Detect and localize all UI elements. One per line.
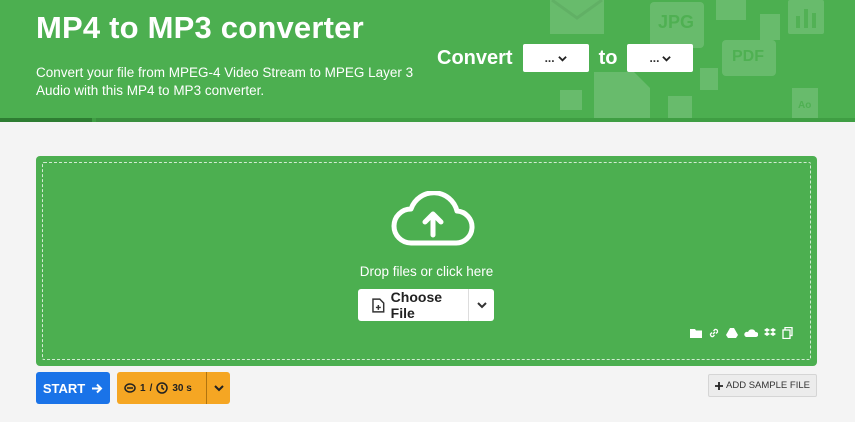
time-limit-value: 30 s [172,382,192,394]
file-add-icon [372,297,385,313]
chevron-down-icon [557,55,567,62]
file-dropzone[interactable]: Drop files or click here Choose File [36,156,817,366]
document-file-icon [700,68,718,90]
clipboard-icon[interactable] [782,327,794,339]
coin-icon [124,383,136,393]
add-sample-label: ADD SAMPLE FILE [726,380,810,391]
page-description: Convert your file from MPEG-4 Video Stre… [36,65,414,98]
onedrive-icon[interactable] [744,327,758,339]
dropzone-border: Drop files or click here Choose File [42,162,811,360]
cloud-upload-icon [391,191,475,246]
file-limit-value: 1 [140,382,146,394]
folder-icon[interactable] [690,327,702,339]
from-format-value: ... [544,51,555,65]
mail-icon [550,0,604,34]
limit-separator: / [149,382,153,394]
document-file-icon [594,72,650,122]
hero-progress-bar [0,118,855,122]
conversion-limits-button[interactable]: 1 / 30 s [117,372,230,404]
progress-segment [0,118,92,122]
convert-label: Convert [437,46,513,69]
image-file-icon [716,0,746,20]
limits-info: 1 / 30 s [117,372,207,404]
dropbox-icon[interactable] [764,327,776,339]
to-format-value: ... [649,51,660,65]
chart-file-icon [788,0,824,34]
google-drive-icon[interactable] [726,327,738,339]
to-label: to [598,46,618,69]
plus-icon [715,381,724,390]
clock-icon [156,382,169,394]
chevron-down-icon [476,302,487,309]
start-button[interactable]: START [36,372,110,404]
page-title: MP4 to MP3 converter [36,10,364,45]
chevron-down-icon [662,55,672,62]
to-format-select[interactable]: ... [627,44,694,72]
choose-file-button[interactable]: Choose File [358,289,469,321]
arrow-right-icon [92,383,103,393]
start-label: START [42,380,86,396]
document-file-icon [560,90,582,110]
choose-file-label: Choose File [390,289,443,321]
link-icon[interactable] [708,327,720,339]
choose-file-button-group: Choose File [358,289,494,321]
document-file-icon [760,14,780,40]
pdf-label: PDF [732,48,764,65]
drop-instruction: Drop files or click here [359,264,494,279]
chevron-down-icon [213,385,224,392]
progress-segment [96,118,260,122]
jpg-label: JPG [658,12,695,32]
format-selector-row: Convert ... to ... [437,44,694,72]
choose-file-dropdown[interactable] [469,289,494,321]
add-sample-file-button[interactable]: ADD SAMPLE FILE [708,374,817,397]
upload-sources [690,327,794,339]
ao-label: Ao [798,100,812,111]
from-format-select[interactable]: ... [522,44,589,72]
limits-dropdown[interactable] [207,383,230,393]
document-file-icon [668,96,692,118]
hero-header: JPG PDF Ao MP4 to MP3 converter Convert … [0,0,855,122]
